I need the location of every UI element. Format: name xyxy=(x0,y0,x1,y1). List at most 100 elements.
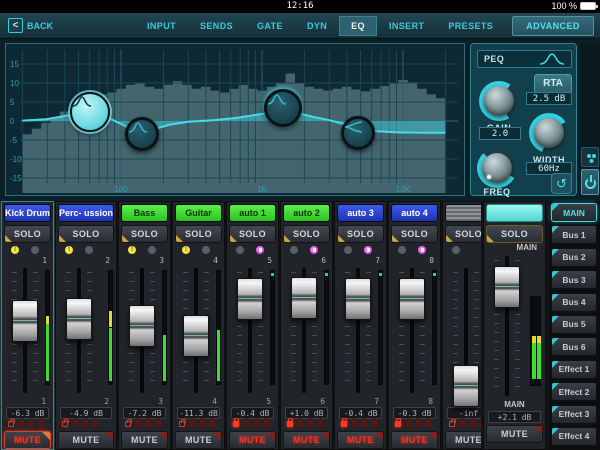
mute-group-icon xyxy=(287,418,294,427)
lock-glyph xyxy=(258,248,262,252)
channel-name-label[interactable]: Perc- ussion xyxy=(58,204,115,222)
mute-group-icon xyxy=(459,418,466,427)
mute-button[interactable]: MUTE xyxy=(445,431,481,449)
fader-handle[interactable] xyxy=(12,300,38,342)
fader-handle[interactable] xyxy=(129,305,156,347)
bus-select-bus-3[interactable]: Bus 3 xyxy=(551,270,597,290)
mute-button[interactable]: MUTE xyxy=(486,425,543,443)
bus-select-effect-1[interactable]: Effect 1 xyxy=(551,359,597,379)
solo-button[interactable]: SOLO xyxy=(283,225,331,243)
bus-select-bus-2[interactable]: Bus 2 xyxy=(551,247,597,267)
tab-gate[interactable]: GATE xyxy=(245,16,295,36)
fader-handle[interactable] xyxy=(494,266,520,308)
mute-button[interactable]: MUTE xyxy=(391,431,439,449)
channel-name-label[interactable]: Kick Drum xyxy=(4,204,52,222)
master-name-label[interactable] xyxy=(486,204,543,222)
fader-handle[interactable] xyxy=(237,278,264,320)
eq-band-1-handle[interactable] xyxy=(69,91,110,132)
eq-band-4-handle[interactable] xyxy=(341,116,376,151)
reset-eq-button[interactable]: ↺ xyxy=(551,173,572,194)
tab-dyn[interactable]: DYN xyxy=(295,16,339,36)
tab-input[interactable]: INPUT xyxy=(135,16,188,36)
mute-group-icon xyxy=(38,418,44,427)
processing-tabs: INPUTSENDSGATEDYNEQINSERTPRESETSOUTPUT xyxy=(135,13,569,39)
solo-button[interactable]: SOLO xyxy=(445,225,481,243)
channel-name-label[interactable] xyxy=(445,204,481,222)
channel-group-button[interactable] xyxy=(581,147,599,167)
bus-select-effect-2[interactable]: Effect 2 xyxy=(551,382,597,402)
rta-toggle-button[interactable]: RTA xyxy=(534,74,572,93)
channel-name-label[interactable]: auto 4 xyxy=(391,204,439,222)
mute-group-icon xyxy=(189,418,196,427)
tab-eq[interactable]: EQ xyxy=(339,16,377,36)
fader-handle[interactable] xyxy=(183,315,210,357)
eq-section: 15 10 5 0 -5 -10 -15 100 1K 10K PEQ RTA GAIN 2.5 … xyxy=(0,39,600,201)
mute-group-icon xyxy=(405,418,412,427)
bus-select-bus-4[interactable]: Bus 4 xyxy=(551,292,597,312)
nav-bar: < BACK INPUTSENDSGATEDYNEQINSERTPRESETSO… xyxy=(0,13,600,39)
tab-presets[interactable]: PRESETS xyxy=(436,16,505,36)
channel-name-label[interactable]: Guitar xyxy=(175,204,223,222)
back-button[interactable]: < BACK xyxy=(8,18,53,33)
lock-indicator xyxy=(418,246,427,254)
bus-select-effect-4[interactable]: Effect 4 xyxy=(551,426,597,446)
mute-button[interactable]: MUTE xyxy=(229,431,277,449)
solo-button[interactable]: SOLO xyxy=(58,225,115,243)
mute-group-icon xyxy=(307,418,314,427)
freq-knob[interactable] xyxy=(477,148,517,188)
bus-corner-mark xyxy=(552,360,559,368)
mute-group-icon xyxy=(233,418,240,427)
meter-bar xyxy=(537,297,541,385)
width-knob[interactable] xyxy=(529,113,569,153)
channel-name-label[interactable]: auto 2 xyxy=(283,204,331,222)
meter-segment xyxy=(537,335,541,343)
fader-handle[interactable] xyxy=(453,365,480,407)
meter-segment xyxy=(532,342,536,379)
channel-name-label[interactable]: Bass xyxy=(121,204,169,222)
solo-button[interactable]: SOLO xyxy=(121,225,169,243)
solo-button[interactable]: SOLO xyxy=(391,225,439,243)
mute-group-indicators xyxy=(119,418,170,429)
warning-indicator: ! xyxy=(65,246,74,254)
mute-button[interactable]: MUTE xyxy=(4,431,52,449)
width-value[interactable]: 2.0 xyxy=(479,127,521,140)
bus-select-bus-1[interactable]: Bus 1 xyxy=(551,225,597,245)
solo-button[interactable]: SOLO xyxy=(229,225,277,243)
eq-type-select[interactable]: PEQ xyxy=(477,50,572,68)
solo-button[interactable]: SOLO xyxy=(337,225,385,243)
solo-button[interactable]: SOLO xyxy=(486,225,543,243)
bus-select-bus-5[interactable]: Bus 5 xyxy=(551,314,597,334)
level-meter xyxy=(162,270,168,385)
solo-button[interactable]: SOLO xyxy=(4,225,52,243)
eq-graph[interactable]: 15 10 5 0 -5 -10 -15 100 1K 10K xyxy=(5,43,465,196)
advanced-button[interactable]: ADVANCED xyxy=(512,16,594,36)
fader-area xyxy=(56,266,116,397)
fader-handle[interactable] xyxy=(399,278,426,320)
mute-button[interactable]: MUTE xyxy=(175,431,223,449)
mute-button[interactable]: MUTE xyxy=(121,431,169,449)
solo-button[interactable]: SOLO xyxy=(175,225,223,243)
fader-handle[interactable] xyxy=(66,298,93,340)
bus-select-bus-6[interactable]: Bus 6 xyxy=(551,337,597,357)
channel-indicators xyxy=(281,245,332,256)
gain-value[interactable]: 2.5 dB xyxy=(526,92,572,105)
eq-band-2-handle[interactable] xyxy=(124,116,159,151)
eq-power-button[interactable] xyxy=(581,169,599,195)
eq-band-3-handle[interactable] xyxy=(263,89,302,128)
channel-name-label[interactable]: auto 1 xyxy=(229,204,277,222)
fader-handle[interactable] xyxy=(345,278,372,320)
y-axis-tick-label: 15 xyxy=(10,60,19,69)
fader-handle[interactable] xyxy=(291,277,318,319)
bus-select-main[interactable]: MAIN xyxy=(551,203,597,222)
solo-corner-mark xyxy=(59,235,67,242)
mute-button[interactable]: MUTE xyxy=(58,431,115,449)
tab-sends[interactable]: SENDS xyxy=(188,16,245,36)
gain-knob[interactable] xyxy=(479,81,519,121)
bus-select-effect-3[interactable]: Effect 3 xyxy=(551,404,597,424)
channel-number: 5 xyxy=(267,256,273,265)
mute-button[interactable]: MUTE xyxy=(337,431,385,449)
channel-number: 8 xyxy=(428,397,434,406)
mute-button[interactable]: MUTE xyxy=(283,431,331,449)
tab-insert[interactable]: INSERT xyxy=(377,16,436,36)
channel-name-label[interactable]: auto 3 xyxy=(337,204,385,222)
